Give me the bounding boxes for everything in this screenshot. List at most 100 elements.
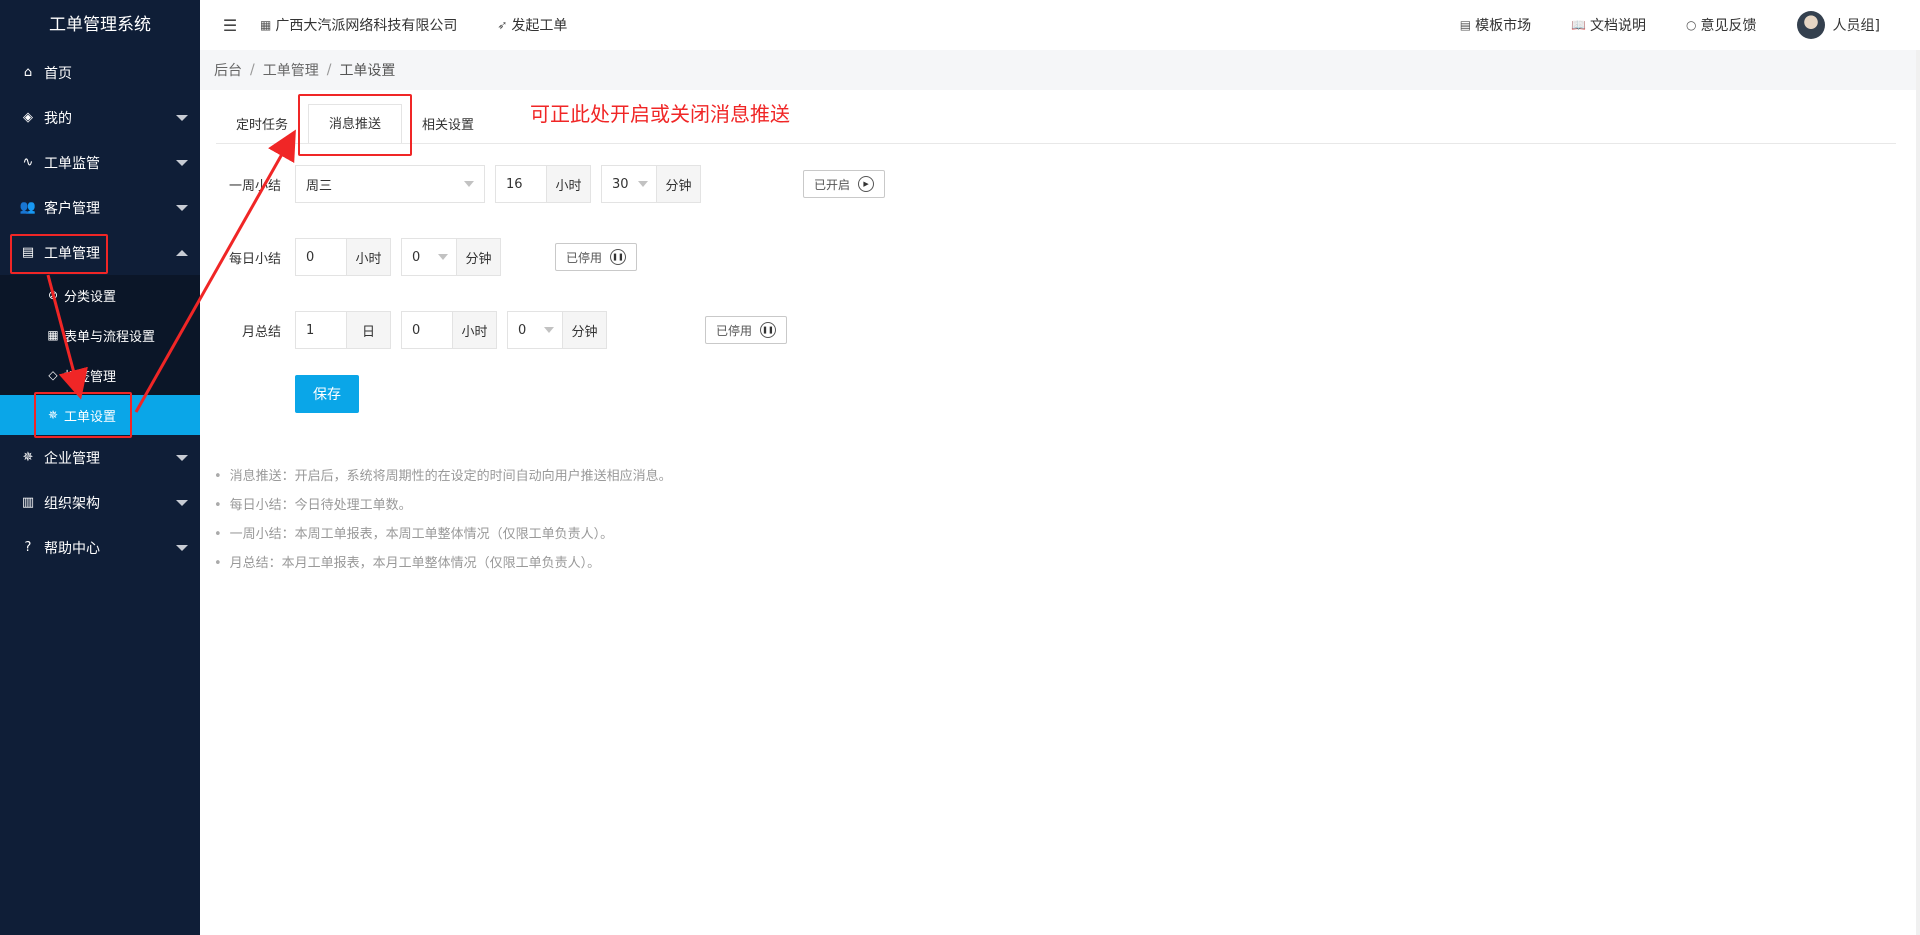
chevron-down-icon xyxy=(464,181,474,187)
monthly-day-input[interactable]: 1 xyxy=(296,312,346,348)
daily-minute-value: 0 xyxy=(412,249,421,265)
sidebar-item-home[interactable]: ⌂ 首页 xyxy=(0,50,200,95)
send-icon: ➶ xyxy=(497,18,508,32)
pause-icon: ❚❚ xyxy=(760,322,777,338)
feedback-link[interactable]: ○ 意见反馈 xyxy=(1686,15,1756,35)
weekly-hour-unit: 小时 xyxy=(546,166,590,202)
monthly-day-unit: 日 xyxy=(346,312,390,348)
daily-summary-row: 每日小结 0 小时 0 分钟 已停用 ❚❚ xyxy=(200,238,638,276)
sidebar-subitem-tags[interactable]: ◇ 标签管理 xyxy=(0,355,200,395)
sidebar-subitem-label: 表单与流程设置 xyxy=(64,329,156,345)
top-bar: ☰ ▦ 广西大汽派网络科技有限公司 ➶ 发起工单 ▤ 模板市场 📖 文档说明 ○… xyxy=(200,0,1920,50)
tab-scheduled-tasks[interactable]: 定时任务 xyxy=(216,108,308,144)
chevron-down-icon xyxy=(176,544,188,551)
top-bar-right: ▤ 模板市场 📖 文档说明 ○ 意见反馈 人员组] xyxy=(1460,11,1920,39)
weekly-hour-input[interactable]: 16 xyxy=(496,166,546,202)
feedback-icon: ○ xyxy=(1686,18,1697,32)
weekly-minute-value: 30 xyxy=(612,176,629,192)
docs-label: 文档说明 xyxy=(1590,18,1647,34)
sidebar-item-label: 我的 xyxy=(44,110,72,127)
chevron-down-icon xyxy=(176,454,188,461)
breadcrumb-separator: / xyxy=(250,62,255,78)
scrollbar[interactable] xyxy=(1916,50,1920,935)
annotation-highlight-menu xyxy=(10,234,108,274)
pause-icon: ❚❚ xyxy=(610,249,627,265)
monthly-summary-label: 月总结 xyxy=(241,324,281,340)
weekly-minute-unit: 分钟 xyxy=(656,166,700,202)
play-icon: ▶ xyxy=(858,176,875,192)
sidebar-item-customers[interactable]: 👥 客户管理 xyxy=(0,185,200,230)
daily-minute-select[interactable]: 0 xyxy=(402,239,456,275)
company-name: 广西大汽派网络科技有限公司 xyxy=(275,18,458,34)
save-button[interactable]: 保存 xyxy=(295,375,359,413)
daily-summary-label: 每日小结 xyxy=(228,251,281,267)
monthly-status-toggle[interactable]: 已停用 ❚❚ xyxy=(705,316,788,344)
sidebar-item-org-structure[interactable]: ▥ 组织架构 xyxy=(0,480,200,525)
chevron-down-icon xyxy=(176,114,188,121)
sidebar-item-mine[interactable]: ◈ 我的 xyxy=(0,95,200,140)
sidebar-item-help[interactable]: ? 帮助中心 xyxy=(0,525,200,570)
users-icon: 👥 xyxy=(19,200,37,215)
monthly-minute-unit: 分钟 xyxy=(562,312,606,348)
monthly-minute-value: 0 xyxy=(518,322,527,338)
tab-related-settings[interactable]: 相关设置 xyxy=(402,108,494,144)
gear-icon: ✵ xyxy=(22,450,34,465)
avatar[interactable] xyxy=(1796,11,1825,39)
tag-icon: ◇ xyxy=(48,368,58,382)
list-item: 一周小结：本周工单报表，本周工单整体情况（仅限工单负责人）。 xyxy=(214,520,672,549)
monthly-hour-unit: 小时 xyxy=(452,312,496,348)
sidebar-item-enterprise[interactable]: ✵ 企业管理 xyxy=(0,435,200,480)
list-item: 每日小结：今日待处理工单数。 xyxy=(214,491,672,520)
breadcrumb: 后台 / 工单管理 / 工单设置 xyxy=(200,50,1920,90)
chevron-down-icon xyxy=(544,327,554,333)
user-group[interactable]: 人员组] xyxy=(1833,15,1880,35)
weekly-summary-label: 一周小结 xyxy=(228,178,281,194)
sidebar-item-label: 组织架构 xyxy=(44,495,100,512)
daily-hour-group: 0 小时 xyxy=(295,238,391,276)
monthly-summary-row: 月总结 1 日 0 小时 0 分钟 已停用 ❚❚ xyxy=(200,311,788,349)
weekly-minute-select[interactable]: 30 xyxy=(602,166,656,202)
chevron-up-icon xyxy=(176,249,188,256)
sidebar-item-label: 帮助中心 xyxy=(44,540,100,557)
weekly-hour-group: 16 小时 xyxy=(495,165,591,203)
pulse-icon: ∿ xyxy=(22,155,34,170)
sidebar-subitem-category[interactable]: ⊘ 分类设置 xyxy=(0,275,200,315)
weekly-status-toggle[interactable]: 已开启 ▶ xyxy=(803,170,886,198)
list-item: 月总结：本月工单报表，本月工单整体情况（仅限工单负责人）。 xyxy=(214,549,672,578)
sidebar-subitem-form-flow[interactable]: ▦ 表单与流程设置 xyxy=(0,315,200,355)
daily-status-label: 已停用 xyxy=(566,250,603,265)
chevron-down-icon xyxy=(438,254,448,260)
monthly-minute-select[interactable]: 0 xyxy=(508,312,562,348)
app-title: 工单管理系统 xyxy=(49,15,151,35)
breadcrumb-current: 工单设置 xyxy=(339,63,396,79)
weekly-day-select[interactable]: 周三 xyxy=(295,165,485,203)
breadcrumb-item[interactable]: 后台 xyxy=(214,60,242,80)
sidebar-subitem-label: 分类设置 xyxy=(64,289,117,305)
monthly-hour-group: 0 小时 xyxy=(401,311,497,349)
sidebar: 工单管理系统 ⌂ 首页 ◈ 我的 ∿ 工单监管 👥 客户管理 ▤ 工单管理 ⊘ … xyxy=(0,0,200,935)
home-icon: ⌂ xyxy=(23,65,33,80)
company-switcher[interactable]: ▦ 广西大汽派网络科技有限公司 xyxy=(260,15,457,35)
annotation-text: 可正此处开启或关闭消息推送 xyxy=(530,102,790,126)
feedback-label: 意见反馈 xyxy=(1700,18,1757,34)
docs-link[interactable]: 📖 文档说明 xyxy=(1571,15,1646,35)
breadcrumb-item[interactable]: 工单管理 xyxy=(263,60,319,80)
category-icon: ⊘ xyxy=(47,288,59,302)
chevron-down-icon xyxy=(176,159,188,166)
monthly-status-label: 已停用 xyxy=(716,323,753,338)
daily-status-toggle[interactable]: 已停用 ❚❚ xyxy=(555,243,638,271)
monthly-hour-input[interactable]: 0 xyxy=(402,312,452,348)
sidebar-item-ticket-monitor[interactable]: ∿ 工单监管 xyxy=(0,140,200,185)
breadcrumb-separator: / xyxy=(326,62,332,78)
menu-toggle-icon[interactable]: ☰ xyxy=(200,16,260,35)
sidebar-item-label: 客户管理 xyxy=(44,200,100,217)
apps-icon: ▦ xyxy=(260,18,272,32)
daily-hour-input[interactable]: 0 xyxy=(296,239,346,275)
sidebar-item-label: 企业管理 xyxy=(44,450,100,467)
table-icon: ▦ xyxy=(47,328,59,342)
create-ticket-link[interactable]: ➶ 发起工单 xyxy=(497,15,567,35)
sidebar-subitem-label: 标签管理 xyxy=(64,369,117,385)
template-market-link[interactable]: ▤ 模板市场 xyxy=(1460,15,1531,35)
sidebar-item-label: 首页 xyxy=(44,65,72,82)
chevron-down-icon xyxy=(176,204,188,211)
